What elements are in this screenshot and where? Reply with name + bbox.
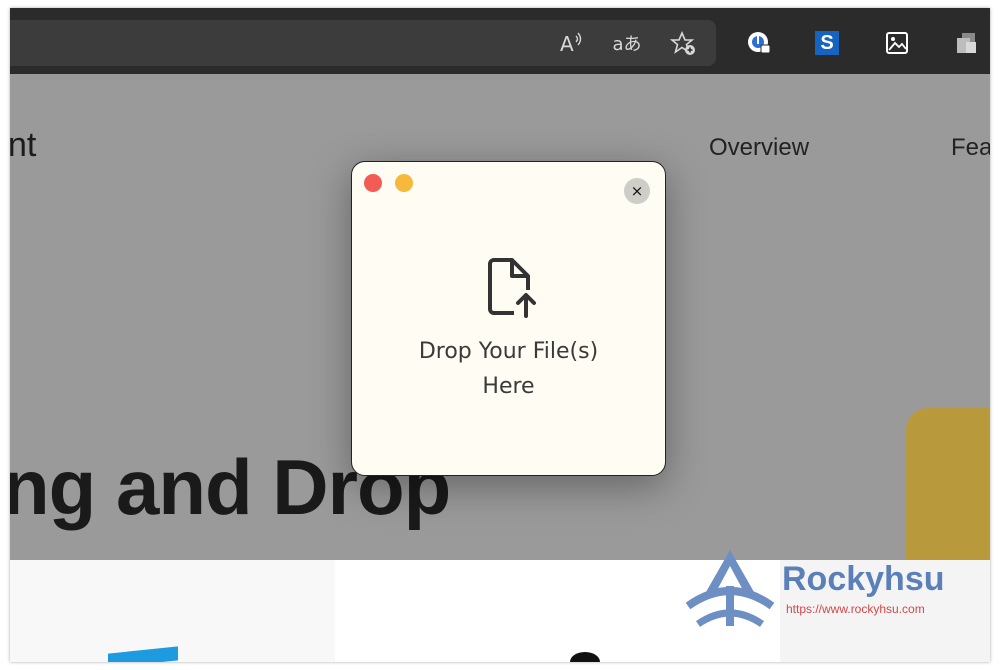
nav-overview[interactable]: Overview [709,134,809,162]
window-close-dot[interactable] [364,174,382,192]
watermark-logo-icon [685,550,775,627]
extension-image-icon[interactable] [883,28,913,58]
extension-copy-icon[interactable] [952,28,982,58]
window-minimize-dot[interactable] [395,174,413,192]
address-bar[interactable] [10,20,716,66]
watermark: Rockyhsu https://www.rockyhsu.com [674,540,994,640]
watermark-title: Rockyhsu [782,560,945,598]
drop-zone-dialog[interactable]: × Drop Your File(s) Here [351,161,666,476]
drop-text-line2: Here [482,374,535,399]
site-logo-partial: nt [10,126,37,164]
add-favorite-icon[interactable] [668,28,698,58]
read-aloud-icon[interactable]: A [556,28,586,58]
close-button[interactable]: × [624,178,650,204]
translate-label: aあ [612,34,642,55]
black-decoration [570,652,600,662]
read-aloud-label: A [560,32,574,56]
content-card [10,560,335,662]
drop-instructions: Drop Your File(s) Here [352,334,665,404]
extension-lock-icon[interactable] [744,28,774,58]
browser-toolbar: A aあ S [10,8,990,74]
file-upload-icon [488,258,536,318]
nav-features[interactable]: Fea [951,134,990,162]
extension-s-icon[interactable]: S [812,28,842,58]
watermark-url: https://www.rockyhsu.com [786,602,925,616]
extension-s-label: S [815,31,839,55]
drop-text-line1: Drop Your File(s) [418,339,599,364]
translate-icon[interactable]: aあ [612,28,642,58]
blue-decoration [108,646,178,662]
